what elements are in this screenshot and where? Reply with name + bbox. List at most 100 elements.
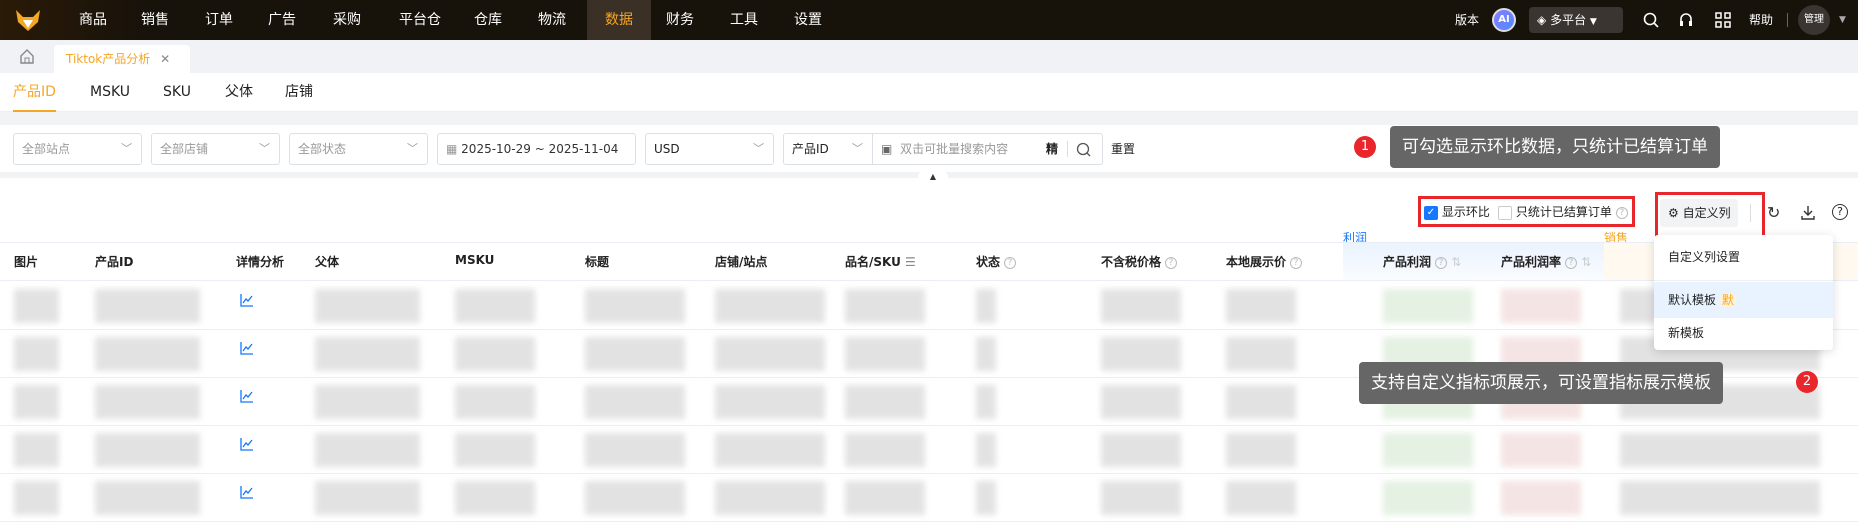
default-badge: 默 xyxy=(1719,293,1736,307)
redacted-cell xyxy=(976,433,996,467)
help-circle-icon[interactable]: ? xyxy=(1290,256,1303,269)
nav-item-platform-warehouse[interactable]: 平台仓 xyxy=(390,0,450,40)
column-header-product-id: 产品ID xyxy=(95,255,134,269)
nav-item-sales[interactable]: 销售 xyxy=(130,0,180,40)
divider xyxy=(0,473,1858,474)
search-icon[interactable] xyxy=(1076,142,1091,157)
redacted-cell xyxy=(455,337,535,371)
platform-select[interactable]: ◈ 多平台 ▼ xyxy=(1529,7,1623,33)
nav-item-settings[interactable]: 设置 xyxy=(783,0,833,40)
redacted-cell xyxy=(14,337,59,371)
help-circle-icon[interactable]: ? xyxy=(1165,256,1178,269)
nav-item-finance[interactable]: 财务 xyxy=(655,0,705,40)
column-header-title: 标题 xyxy=(585,255,610,269)
menu-item-label: 默认模板 xyxy=(1668,293,1717,307)
trend-chart-icon[interactable] xyxy=(240,485,254,503)
chevron-down-icon: ﹀ xyxy=(852,142,863,155)
redacted-cell xyxy=(976,481,996,515)
divider xyxy=(1750,204,1751,222)
redacted-cell xyxy=(715,385,825,419)
help-circle-icon[interactable]: ? xyxy=(1615,206,1628,219)
site-select[interactable]: 全部站点 ﹀ xyxy=(13,133,142,165)
search-input[interactable]: ▣ 双击可批量搜索内容 精 xyxy=(872,133,1103,165)
help-circle-icon[interactable]: ? xyxy=(1004,256,1017,269)
redacted-cell xyxy=(1501,433,1581,467)
subtab-product-id[interactable]: 产品ID xyxy=(13,73,56,112)
column-header-local-price: 本地展示价? xyxy=(1226,253,1303,270)
subtab-shop[interactable]: 店铺 xyxy=(285,73,313,112)
sort-icon[interactable]: ⇅ xyxy=(1581,255,1591,269)
nav-item-data[interactable]: 数据 xyxy=(587,0,651,40)
trend-chart-icon[interactable] xyxy=(240,389,254,407)
nav-item-logistics[interactable]: 物流 xyxy=(527,0,577,40)
trend-chart-icon[interactable] xyxy=(240,437,254,455)
nav-item-tools[interactable]: 工具 xyxy=(719,0,769,40)
redacted-cell xyxy=(715,433,825,467)
show-compare-label: 显示环比 xyxy=(1441,205,1490,219)
nav-item-warehouse[interactable]: 仓库 xyxy=(463,0,513,40)
ai-button[interactable]: AI xyxy=(1492,8,1516,32)
search-icon[interactable] xyxy=(1643,12,1659,28)
trend-chart-icon[interactable] xyxy=(240,341,254,359)
redacted-cell xyxy=(1226,385,1296,419)
redacted-cell xyxy=(315,289,420,323)
version-link[interactable]: 版本 xyxy=(1455,0,1479,40)
help-link[interactable]: 帮助 xyxy=(1749,0,1773,40)
help-circle-icon[interactable]: ? xyxy=(1435,256,1448,269)
page-tabs-bar: Tiktok产品分析 ✕ xyxy=(0,40,1858,73)
redacted-cell xyxy=(95,289,200,323)
headset-icon[interactable] xyxy=(1678,11,1694,29)
nav-item-ads[interactable]: 广告 xyxy=(257,0,307,40)
column-header-price-ex-tax: 不含税价格? xyxy=(1101,253,1178,270)
redacted-cell xyxy=(14,289,59,323)
user-avatar[interactable]: 管理 xyxy=(1798,5,1830,35)
nav-item-orders[interactable]: 订单 xyxy=(194,0,244,40)
date-range-picker[interactable]: ▦ 2025-10-29 ~ 2025-11-04 xyxy=(437,133,636,165)
custom-columns-button[interactable]: ⚙ 自定义列 xyxy=(1660,199,1738,227)
column-header-product-profit: 产品利润? ⇅ xyxy=(1383,253,1461,270)
search-type-select[interactable]: 产品ID ﹀ xyxy=(783,133,873,165)
subtab-sku[interactable]: SKU xyxy=(163,73,191,112)
redacted-cell xyxy=(976,385,996,419)
user-caret-icon[interactable]: ▼ xyxy=(1839,0,1846,40)
column-header-msku: MSKU xyxy=(455,253,495,267)
sort-icon[interactable]: ⇅ xyxy=(1451,255,1461,269)
logo-fox-icon[interactable] xyxy=(14,8,42,32)
menu-item-new-template[interactable]: 新模板 xyxy=(1654,318,1833,348)
trend-chart-icon[interactable] xyxy=(240,293,254,311)
reset-button[interactable]: 重置 xyxy=(1111,133,1135,165)
settled-only-checkbox[interactable]: 只统计已结算订单? xyxy=(1498,204,1628,220)
refresh-icon[interactable]: ↻ xyxy=(1767,203,1780,222)
precise-toggle[interactable]: 精 xyxy=(1046,134,1058,164)
home-icon[interactable] xyxy=(19,48,35,64)
column-header-label: 产品利润率 xyxy=(1501,255,1562,269)
close-icon[interactable]: ✕ xyxy=(160,52,170,66)
column-header-label: 不含税价格 xyxy=(1101,255,1162,269)
redacted-cell xyxy=(315,385,420,419)
column-header-name-sku[interactable]: 品名/SKU ☰ xyxy=(845,253,916,270)
menu-item-column-settings[interactable]: 自定义列设置 xyxy=(1654,235,1833,279)
shop-select[interactable]: 全部店铺 ﹀ xyxy=(151,133,280,165)
redacted-cell xyxy=(95,481,200,515)
section-gap xyxy=(0,112,1858,125)
batch-search-icon[interactable]: ▣ xyxy=(881,142,892,156)
subtab-parent[interactable]: 父体 xyxy=(225,73,253,112)
currency-select[interactable]: USD ﹀ xyxy=(645,133,774,165)
download-icon[interactable] xyxy=(1800,205,1816,221)
redacted-cell xyxy=(845,481,925,515)
redacted-cell xyxy=(1501,289,1581,323)
help-icon[interactable]: ? xyxy=(1832,204,1848,220)
tab-tiktok-product-analysis[interactable]: Tiktok产品分析 ✕ xyxy=(54,45,190,73)
status-select[interactable]: 全部状态 ﹀ xyxy=(289,133,428,165)
help-circle-icon[interactable]: ? xyxy=(1565,256,1578,269)
apps-grid-icon[interactable] xyxy=(1715,12,1731,28)
divider xyxy=(1067,141,1068,157)
subtab-msku[interactable]: MSKU xyxy=(90,73,130,112)
show-compare-checkbox[interactable]: ✓ 显示环比 xyxy=(1424,204,1490,220)
nav-item-purchase[interactable]: 采购 xyxy=(322,0,372,40)
sub-tabs: 产品ID MSKU SKU 父体 店铺 xyxy=(0,73,1858,112)
nav-item-products[interactable]: 商品 xyxy=(68,0,118,40)
collapse-filters-toggle[interactable]: ▲ xyxy=(918,171,948,181)
sort-icon[interactable]: ☰ xyxy=(905,255,916,269)
menu-item-default-template[interactable]: 默认模板 默 xyxy=(1654,282,1833,318)
